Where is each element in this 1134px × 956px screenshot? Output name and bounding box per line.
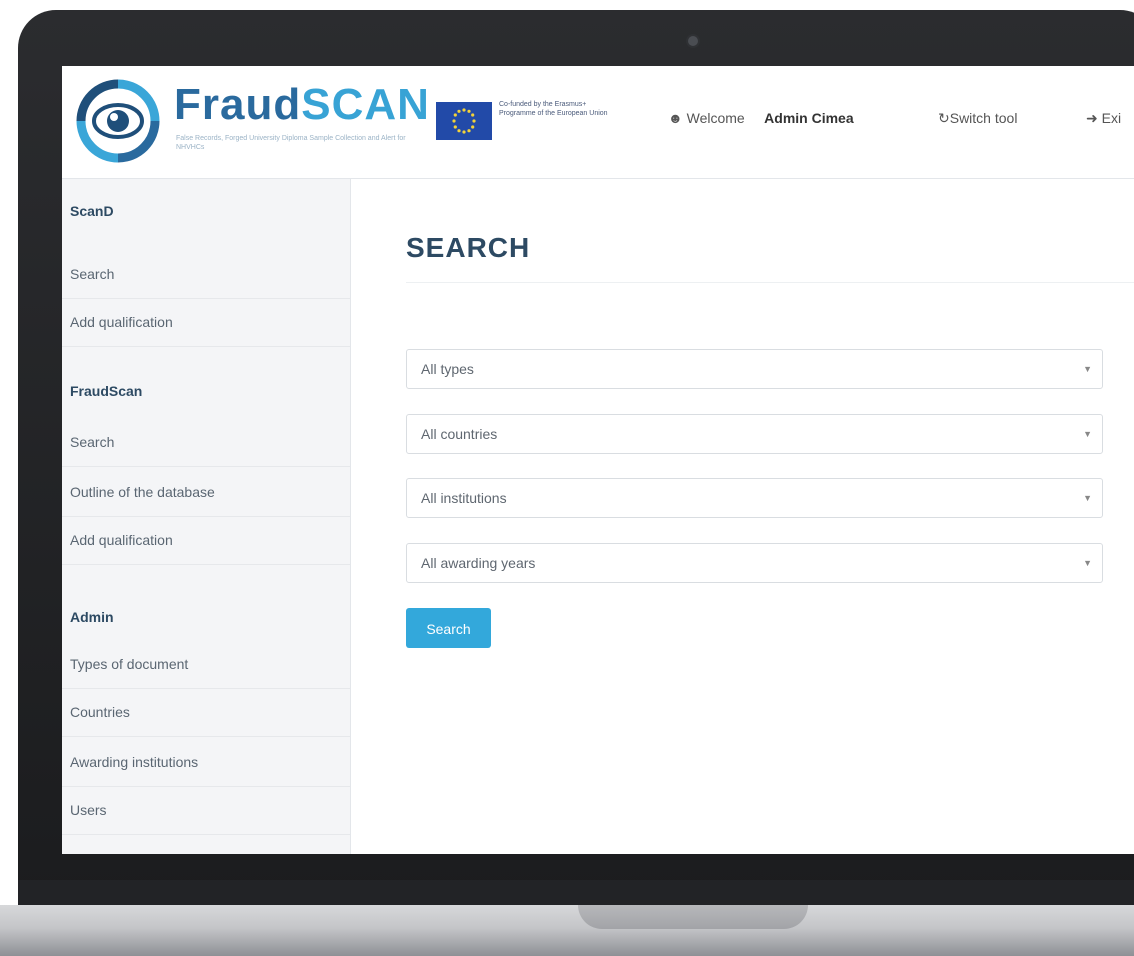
- user-icon: ☻: [668, 110, 683, 126]
- type-select[interactable]: All types ▼: [406, 349, 1103, 389]
- app-screen: FraudSCAN False Records, Forged Universi…: [62, 66, 1134, 854]
- sign-out-icon: ➜: [1086, 110, 1098, 126]
- caret-down-icon: ▼: [1083, 493, 1092, 503]
- caret-down-icon: ▼: [1083, 558, 1092, 568]
- refresh-icon: ↻: [938, 110, 950, 126]
- user-name: Admin Cimea: [764, 110, 854, 126]
- sidebar-heading-fraudscan: FraudScan: [70, 383, 143, 399]
- laptop-base: [0, 905, 1134, 956]
- caret-down-icon: ▼: [1083, 429, 1092, 439]
- app-header: FraudSCAN False Records, Forged Universi…: [62, 66, 1134, 179]
- sidebar-item-scand-add-qualification[interactable]: Add qualification: [62, 299, 350, 347]
- sidebar-item-awarding-institutions[interactable]: Awarding institutions: [62, 739, 350, 787]
- laptop-notch: [578, 905, 808, 929]
- sidebar-item-outline-database[interactable]: Outline of the database: [62, 469, 350, 517]
- sidebar-item-countries[interactable]: Countries: [62, 689, 350, 737]
- sidebar-item-fraudscan-search[interactable]: Search: [62, 419, 350, 467]
- eu-flag-icon: [436, 102, 492, 140]
- awarding-year-select[interactable]: All awarding years ▼: [406, 543, 1103, 583]
- sidebar-heading-admin: Admin: [70, 609, 114, 625]
- exit-link[interactable]: ➜ Exi: [1086, 110, 1121, 127]
- logo-tagline: False Records, Forged University Diploma…: [176, 135, 406, 151]
- eye-logo-icon: [76, 79, 160, 163]
- welcome-user[interactable]: ☻ Welcome Admin Cimea: [668, 110, 854, 126]
- bezel-bottom: [18, 880, 1134, 908]
- sidebar-item-scand-search[interactable]: Search: [62, 251, 350, 299]
- webcam: [688, 36, 698, 46]
- country-select[interactable]: All countries ▼: [406, 414, 1103, 454]
- search-button[interactable]: Search: [406, 608, 491, 648]
- page-title: SEARCH: [406, 232, 531, 263]
- sidebar: ScanD Search Add qualification FraudScan…: [62, 179, 351, 854]
- caret-down-icon: ▼: [1083, 364, 1092, 374]
- sidebar-item-users[interactable]: Users: [62, 787, 350, 835]
- sidebar-item-fraudscan-add-qualification[interactable]: Add qualification: [62, 517, 350, 565]
- sidebar-item-types-of-document[interactable]: Types of document: [62, 641, 350, 689]
- eu-cofund-text: Co-funded by the Erasmus+ Programme of t…: [499, 101, 608, 117]
- app-logo-text[interactable]: FraudSCAN: [174, 82, 430, 128]
- sidebar-heading-scand: ScanD: [70, 203, 114, 219]
- title-divider: [406, 282, 1134, 283]
- switch-tool-link[interactable]: ↻Switch tool: [938, 110, 1017, 127]
- institution-select[interactable]: All institutions ▼: [406, 478, 1103, 518]
